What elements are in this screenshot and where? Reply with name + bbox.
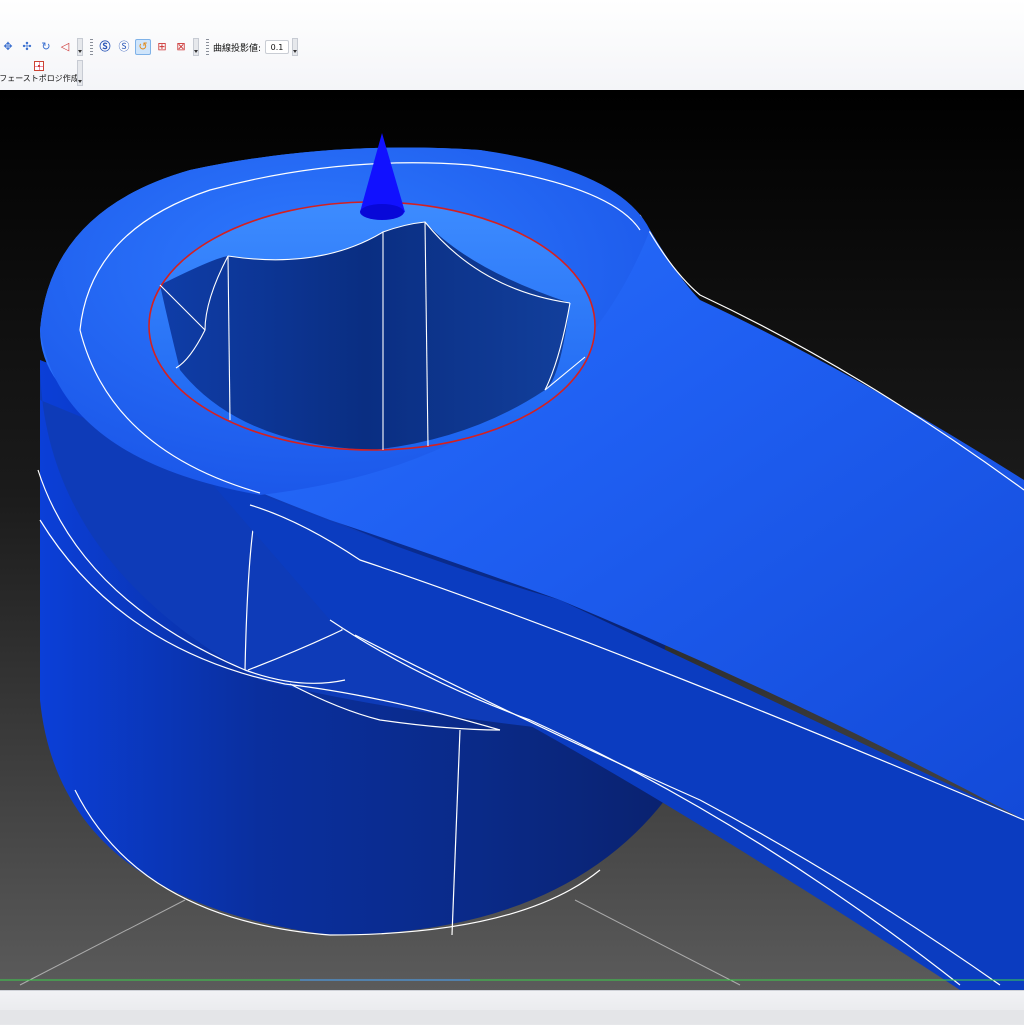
mesh-grid-delete-icon[interactable]: ⊠ bbox=[173, 39, 189, 55]
rotate-icon[interactable]: ↻ bbox=[38, 39, 54, 55]
transform-icon[interactable]: ✣ bbox=[19, 39, 35, 55]
face-topology-label: フェーストポロジ作成 bbox=[0, 74, 79, 83]
3d-viewport[interactable] bbox=[0, 90, 1024, 990]
toolbar-grip-2[interactable] bbox=[206, 39, 209, 55]
snap-auto-icon[interactable]: Ⓢ bbox=[97, 39, 113, 55]
curve-projection-label: 曲線投影値: bbox=[213, 43, 262, 54]
ribbon-toolbar: ✥ ✣ ↻ ◁ Ⓢ Ⓢ ↺ ⊞ ⊠ 曲線投影値: 0.1 フェーストポロジ作成 bbox=[0, 0, 1024, 91]
horizontal-scrollbar[interactable] bbox=[0, 1010, 1024, 1024]
toolbar-dropdown-2[interactable] bbox=[193, 38, 199, 56]
snap-surface-icon[interactable]: Ⓢ bbox=[116, 39, 132, 55]
direction-arrow-base bbox=[360, 204, 404, 220]
lasso-icon[interactable]: ◁ bbox=[57, 39, 73, 55]
curve-projection-dropdown[interactable] bbox=[292, 38, 299, 56]
toolbar-dropdown-1[interactable] bbox=[77, 38, 83, 56]
face-topology-icon bbox=[34, 61, 44, 71]
refresh-icon[interactable]: ↺ bbox=[135, 39, 151, 55]
toolbar-grip[interactable] bbox=[90, 39, 93, 55]
toolbar-row: ✥ ✣ ↻ ◁ Ⓢ Ⓢ ↺ ⊞ ⊠ 曲線投影値: 0.1 bbox=[0, 36, 302, 58]
3d-scene[interactable] bbox=[0, 90, 1024, 990]
face-topology-dropdown[interactable] bbox=[77, 60, 83, 86]
move-icon[interactable]: ✥ bbox=[0, 39, 16, 55]
curve-projection-input[interactable]: 0.1 bbox=[265, 40, 290, 54]
mesh-grid-icon[interactable]: ⊞ bbox=[154, 39, 170, 55]
face-topology-button[interactable]: フェーストポロジ作成 bbox=[0, 60, 79, 86]
